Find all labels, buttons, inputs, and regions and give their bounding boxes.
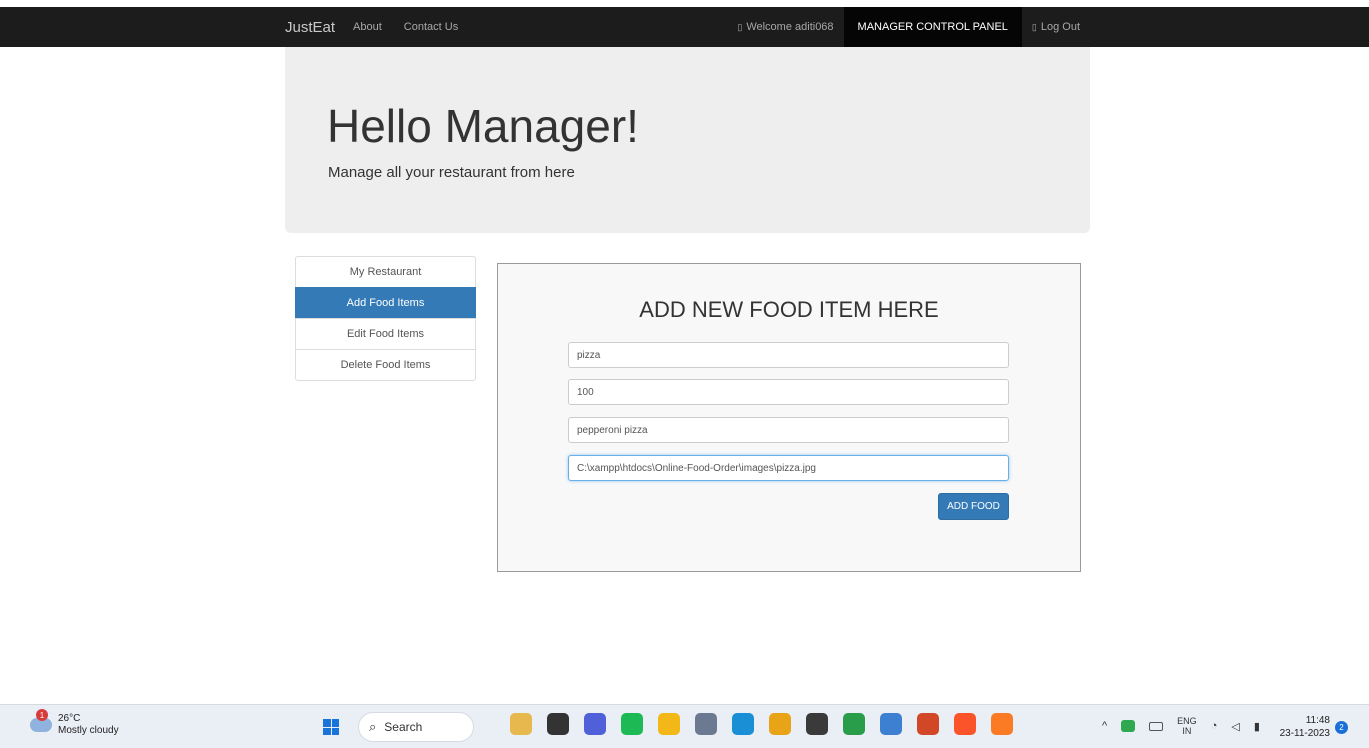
clock-time: 11:48 <box>1305 715 1330 726</box>
logout-icon: ▯ <box>1031 21 1037 32</box>
chrome-canary-icon[interactable] <box>843 713 865 735</box>
keyboard-icon[interactable] <box>1149 721 1164 731</box>
brave-icon[interactable] <box>954 713 976 735</box>
task-view-icon[interactable] <box>547 713 569 735</box>
tray-chevron-icon[interactable]: ^ <box>1102 720 1107 732</box>
food-description-input[interactable]: pepperoni pizza <box>568 417 1009 443</box>
food-price-input[interactable]: 100 <box>568 379 1009 405</box>
nav-about-link[interactable]: About <box>353 21 382 33</box>
pinned-apps <box>510 713 1028 735</box>
sidebar-item-my-restaurant[interactable]: My Restaurant <box>295 256 476 288</box>
xampp-icon[interactable] <box>991 713 1013 735</box>
taskbar-search-box[interactable]: ⌕ Search <box>358 712 474 742</box>
spotify-icon[interactable] <box>621 713 643 735</box>
weather-widget[interactable]: 1 26°C Mostly cloudy <box>30 709 119 737</box>
clock-date: 23-11-2023 <box>1279 728 1330 739</box>
windows-taskbar: 1 26°C Mostly cloudy ⌕ Search ^ ENG IN ◔… <box>0 704 1369 748</box>
brand-link[interactable]: JustEat <box>285 19 335 36</box>
sidebar-menu: My Restaurant Add Food Items Edit Food I… <box>295 256 476 381</box>
page-title: Hello Manager! <box>327 100 639 152</box>
chrome-icon[interactable] <box>769 713 791 735</box>
settings-icon[interactable] <box>695 713 717 735</box>
powerpoint-icon[interactable] <box>917 713 939 735</box>
nav-contact-link[interactable]: Contact Us <box>404 21 458 33</box>
cloud-icon: 1 <box>30 709 52 732</box>
file-explorer-icon[interactable] <box>658 713 680 735</box>
jumbotron: Hello Manager! Manage all your restauran… <box>285 47 1090 233</box>
weather-alert-badge: 1 <box>36 709 48 721</box>
widgets-icon[interactable] <box>510 713 532 735</box>
welcome-user-link[interactable]: ▯ Welcome aditi068 <box>727 7 843 47</box>
add-food-button[interactable]: ADD FOOD <box>938 493 1009 520</box>
taskbar-clock[interactable]: 11:48 23-11-2023 <box>1272 714 1330 740</box>
volume-icon[interactable]: ◁ <box>1231 720 1239 733</box>
logout-link[interactable]: ▯ Log Out <box>1022 7 1090 47</box>
meet-icon[interactable] <box>584 713 606 735</box>
add-food-form-panel: ADD NEW FOOD ITEM HERE pizza 100 peppero… <box>497 263 1081 572</box>
navbar-right: ▯ Welcome aditi068 MANAGER CONTROL PANEL… <box>727 7 1090 47</box>
logout-text: Log Out <box>1040 21 1080 33</box>
form-heading: ADD NEW FOOD ITEM HERE <box>639 297 939 322</box>
search-label: Search <box>384 720 423 734</box>
system-tray: ^ ENG IN ◔ ◁ ▮ <box>1102 716 1274 736</box>
sidebar-item-add-food-items[interactable]: Add Food Items <box>295 287 476 319</box>
tray-app-icon[interactable] <box>1121 720 1136 732</box>
weather-temp: 26°C <box>58 713 81 724</box>
language-indicator[interactable]: ENG IN <box>1177 716 1197 736</box>
start-windows-icon[interactable] <box>323 719 339 735</box>
welcome-text: Welcome aditi068 <box>746 21 834 33</box>
food-name-input[interactable]: pizza <box>568 342 1009 368</box>
food-image-path-input[interactable]: C:\xampp\htdocs\Online-Food-Order\images… <box>568 455 1009 481</box>
page-subtitle: Manage all your restaurant from here <box>328 164 575 181</box>
camera-icon[interactable] <box>806 713 828 735</box>
sidebar-item-edit-food-items[interactable]: Edit Food Items <box>295 318 476 350</box>
search-icon: ⌕ <box>369 719 377 734</box>
lang-top: ENG <box>1177 716 1197 726</box>
navbar-container: JustEat About Contact Us ▯ Welcome aditi… <box>285 7 1090 47</box>
notification-badge[interactable]: 2 <box>1335 721 1348 734</box>
sidebar-item-delete-food-items[interactable]: Delete Food Items <box>295 349 476 381</box>
weather-desc: Mostly cloudy <box>58 725 119 736</box>
edge-icon[interactable] <box>732 713 754 735</box>
notepad-icon[interactable] <box>880 713 902 735</box>
weather-text: 26°C Mostly cloudy <box>58 713 119 737</box>
top-navbar: JustEat About Contact Us ▯ Welcome aditi… <box>0 7 1369 47</box>
manager-control-panel-link[interactable]: MANAGER CONTROL PANEL <box>843 7 1022 47</box>
battery-icon[interactable]: ▮ <box>1254 720 1260 733</box>
wifi-icon[interactable]: ◔ <box>1211 720 1218 732</box>
user-icon: ▯ <box>737 21 743 32</box>
lang-bottom: IN <box>1182 726 1192 736</box>
